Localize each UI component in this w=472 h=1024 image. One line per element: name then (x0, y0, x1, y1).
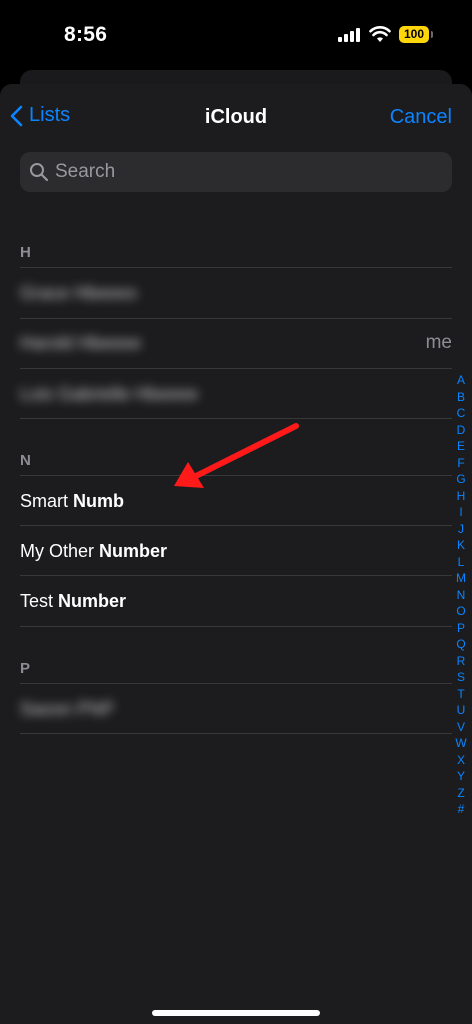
section-header-n: N (20, 452, 31, 469)
index-letter[interactable]: F (452, 455, 470, 472)
index-letter[interactable]: G (452, 471, 470, 488)
index-letter[interactable]: E (452, 438, 470, 455)
index-letter[interactable]: V (452, 719, 470, 736)
contact-first-name: Test (20, 590, 54, 611)
index-letter[interactable]: Z (452, 785, 470, 802)
index-letter[interactable]: M (452, 570, 470, 587)
section-header-p: P (20, 660, 31, 677)
index-letter[interactable]: N (452, 587, 470, 604)
battery-tip (431, 31, 433, 38)
index-letter[interactable]: W (452, 735, 470, 752)
index-letter[interactable]: R (452, 653, 470, 670)
contact-row[interactable]: Lois Gabrielle Hbeeee (20, 369, 452, 419)
search-icon (30, 163, 49, 182)
index-letter[interactable]: U (452, 702, 470, 719)
red-arrow-icon (174, 423, 299, 488)
index-letter[interactable]: P (452, 620, 470, 637)
search-placeholder: Search (55, 161, 116, 182)
index-letter[interactable]: O (452, 603, 470, 620)
index-letter[interactable]: K (452, 537, 470, 554)
contact-last-name: Number (99, 540, 168, 561)
contacts-sheet: Lists iCloud Cancel Search H Grace Hbeee… (0, 84, 472, 1024)
divider (20, 418, 452, 419)
cancel-button[interactable]: Cancel (390, 106, 452, 129)
index-letter[interactable]: B (452, 389, 470, 406)
divider (20, 626, 452, 627)
index-letter[interactable]: X (452, 752, 470, 769)
index-letter[interactable]: H (452, 488, 470, 505)
search-input[interactable]: Search (20, 152, 452, 192)
section-header-h: H (20, 244, 31, 261)
contact-row[interactable]: Test Number (20, 576, 452, 626)
me-tag: me (425, 332, 452, 353)
navigation-bar: Lists iCloud Cancel (0, 102, 472, 134)
index-letter[interactable]: S (452, 669, 470, 686)
home-indicator[interactable] (152, 1010, 320, 1016)
index-letter[interactable]: J (452, 521, 470, 538)
cellular-signal-icon (338, 28, 362, 42)
status-time: 8:56 (64, 23, 108, 46)
contact-row[interactable]: Grace Hbeeeo (20, 268, 452, 318)
index-letter[interactable]: A (452, 372, 470, 389)
contact-last-name: Numb (73, 490, 125, 511)
index-letter[interactable]: Q (452, 636, 470, 653)
contact-row[interactable]: My Other Number (20, 526, 452, 576)
index-letter[interactable]: C (452, 405, 470, 422)
contact-name: Lois Gabrielle Hbeeee (20, 383, 199, 404)
index-letter[interactable]: I (452, 504, 470, 521)
contact-first-name: Smart (20, 490, 69, 511)
contact-row[interactable]: Harold Hbeeee me (20, 318, 452, 368)
alphabet-index[interactable]: A B C D E F G H I J K L M N O P Q R S T … (452, 372, 470, 818)
divider (20, 733, 452, 734)
index-letter[interactable]: Y (452, 768, 470, 785)
battery-indicator: 100 (399, 26, 429, 43)
wifi-icon (369, 26, 391, 42)
contact-name: Saoon PNP (20, 698, 115, 719)
status-bar: 8:56 100 (0, 0, 472, 70)
contact-first-name: My Other (20, 540, 95, 561)
contact-row[interactable]: Saoon PNP (20, 684, 452, 734)
contact-name: Grace Hbeeeo (20, 282, 138, 303)
index-letter[interactable]: L (452, 554, 470, 571)
index-letter[interactable]: T (452, 686, 470, 703)
index-letter[interactable]: # (452, 801, 470, 818)
contact-name: Harold Hbeeee (20, 332, 142, 353)
index-letter[interactable]: D (452, 422, 470, 439)
contact-last-name: Number (58, 590, 127, 611)
